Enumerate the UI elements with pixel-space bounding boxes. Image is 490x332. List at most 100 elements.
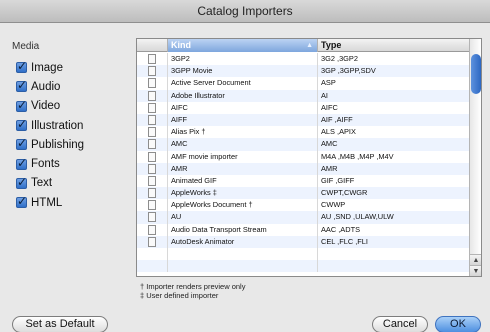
row-type-cell: AMC bbox=[321, 139, 338, 149]
row-icon-cell bbox=[137, 126, 168, 139]
vertical-scrollbar[interactable]: ▲ ▼ bbox=[469, 39, 481, 276]
column-header-kind[interactable]: Kind ▲ bbox=[168, 39, 318, 52]
table-row[interactable]: AppleWorks Document † CWWP bbox=[137, 199, 471, 212]
row-type-cell bbox=[318, 260, 471, 272]
row-kind-cell: AIFF bbox=[168, 113, 318, 127]
scrollbar-thumb[interactable] bbox=[471, 54, 481, 94]
table-row[interactable]: Adobe Illustrator AI bbox=[137, 89, 471, 102]
illustrator-doc-icon bbox=[148, 90, 156, 101]
media-checklist: Image Audio Video Illustration Publishing Fon… bbox=[16, 58, 84, 212]
table-row[interactable]: AutoDesk Animator CEL ,FLC ,FLI bbox=[137, 235, 471, 248]
checkbox-checked-icon[interactable] bbox=[16, 98, 27, 112]
table-rows: 3GP2 3G2 ,3GP2 3GPP Movie 3GP ,3GPP,SDV Acti… bbox=[137, 53, 471, 273]
checkbox-checked-icon[interactable] bbox=[16, 156, 27, 170]
row-kind-cell: Adobe Illustrator bbox=[168, 89, 318, 102]
blank-doc-icon bbox=[148, 236, 156, 247]
media-checkbox-label: Text bbox=[31, 177, 53, 190]
row-icon-cell bbox=[137, 211, 168, 224]
set-as-default-button[interactable]: Set as Default bbox=[12, 316, 108, 332]
audio-doc-icon bbox=[148, 212, 156, 223]
row-icon-cell bbox=[137, 65, 168, 78]
row-kind-cell: Animated GIF bbox=[168, 174, 318, 188]
media-checkbox-image[interactable]: Image bbox=[16, 58, 84, 77]
scroll-down-arrow-icon[interactable]: ▼ bbox=[470, 265, 481, 276]
audio-doc-icon bbox=[148, 224, 156, 235]
footnote-user-defined: ‡ User defined importer bbox=[140, 291, 219, 300]
table-row[interactable] bbox=[137, 260, 471, 273]
cancel-button[interactable]: Cancel bbox=[372, 316, 428, 332]
table-row[interactable]: AIFC AIFC bbox=[137, 101, 471, 114]
web-doc-icon bbox=[148, 78, 156, 89]
row-kind-cell: 3GP2 bbox=[168, 53, 318, 66]
column-type-label: Type bbox=[321, 40, 342, 50]
table-row[interactable] bbox=[137, 248, 471, 261]
checkbox-checked-icon[interactable] bbox=[16, 78, 27, 93]
media-checkbox-audio[interactable]: Audio bbox=[16, 77, 84, 96]
image-doc-icon bbox=[148, 127, 156, 138]
column-kind-label: Kind bbox=[171, 40, 191, 50]
row-icon-cell bbox=[137, 223, 168, 236]
checkbox-checked-icon[interactable] bbox=[16, 59, 27, 74]
table-row[interactable]: AU AU ,SND ,ULAW,ULW bbox=[137, 211, 471, 224]
column-header-icon[interactable] bbox=[137, 39, 168, 52]
checkbox-checked-icon[interactable] bbox=[16, 136, 27, 151]
media-checkbox-fonts[interactable]: Fonts bbox=[16, 154, 84, 173]
blank-doc-icon bbox=[148, 175, 156, 186]
row-icon-cell bbox=[137, 101, 168, 114]
audio-doc-icon bbox=[148, 102, 156, 113]
table-row[interactable]: Animated GIF GIF ,GIFF bbox=[137, 174, 471, 188]
media-checkbox-illustration[interactable]: Illustration bbox=[16, 116, 84, 135]
row-type-cell: AIFC bbox=[321, 102, 338, 112]
row-icon-cell bbox=[137, 150, 168, 163]
row-type-cell: GIF ,GIFF bbox=[321, 175, 355, 185]
row-kind-cell: Audio Data Transport Stream bbox=[168, 223, 318, 236]
checkbox-checked-icon[interactable] bbox=[16, 117, 27, 132]
media-checkbox-label: Audio bbox=[31, 80, 61, 93]
blank-doc-icon bbox=[148, 139, 156, 150]
table-row[interactable]: Audio Data Transport Stream AAC ,ADTS bbox=[137, 223, 471, 236]
table-row[interactable]: AppleWorks ‡ CWPT,CWGR bbox=[137, 187, 471, 200]
row-icon-cell bbox=[137, 235, 168, 248]
column-header-type[interactable]: Type bbox=[318, 39, 471, 52]
table-row[interactable]: Active Server Document ASP bbox=[137, 77, 471, 90]
media-checkbox-label: Illustration bbox=[31, 119, 84, 132]
media-checkbox-publishing[interactable]: Publishing bbox=[16, 135, 84, 154]
media-checkbox-label: Publishing bbox=[31, 138, 85, 151]
table-row[interactable]: AMF movie importer M4A ,M4B ,M4P ,M4V bbox=[137, 150, 471, 163]
table-row[interactable]: AMC AMC bbox=[137, 138, 471, 151]
table-row[interactable]: Alias Pix † ALS ,APIX bbox=[137, 126, 471, 139]
checkbox-checked-icon[interactable] bbox=[16, 194, 27, 209]
row-kind-cell: AppleWorks ‡ bbox=[168, 187, 318, 200]
row-kind-cell: 3GPP Movie bbox=[168, 65, 318, 78]
row-type-cell: AU ,SND ,ULAW,ULW bbox=[321, 212, 394, 222]
window-title: Catalog Importers bbox=[0, 0, 490, 23]
table-row[interactable]: 3GP2 3G2 ,3GP2 bbox=[137, 53, 471, 66]
media-checkbox-label: Fonts bbox=[31, 158, 60, 171]
row-type-cell: ALS ,APIX bbox=[321, 127, 356, 137]
row-type-cell: AAC ,ADTS bbox=[321, 224, 361, 234]
table-row[interactable]: AMR AMR bbox=[137, 162, 471, 175]
sort-ascending-icon: ▲ bbox=[306, 42, 313, 49]
importers-table: Kind ▲ Type 3GP2 3G2 ,3GP2 3GPP Movie 3GP ,… bbox=[136, 38, 482, 277]
table-row[interactable]: 3GPP Movie 3GP ,3GPP,SDV bbox=[137, 65, 471, 78]
catalog-importers-dialog: Media Image Audio Video Illustration Publish… bbox=[0, 23, 490, 332]
table-row[interactable]: AIFF AIF ,AIFF bbox=[137, 113, 471, 127]
audio-doc-icon bbox=[148, 151, 156, 162]
row-kind-cell bbox=[168, 248, 318, 261]
ok-button[interactable]: OK bbox=[435, 316, 481, 332]
row-type-cell: 3G2 ,3GP2 bbox=[321, 54, 358, 63]
checkbox-checked-icon[interactable] bbox=[16, 175, 27, 189]
row-icon-cell bbox=[137, 187, 168, 200]
row-icon-cell bbox=[137, 199, 168, 212]
row-icon-cell bbox=[137, 89, 168, 102]
row-type-cell: AIF ,AIFF bbox=[321, 114, 353, 124]
media-checkbox-text[interactable]: Text bbox=[16, 174, 84, 193]
media-checkbox-label: Image bbox=[31, 61, 63, 74]
row-icon-cell bbox=[137, 174, 168, 188]
media-checkbox-html[interactable]: HTML bbox=[16, 193, 84, 212]
row-icon-cell bbox=[137, 53, 168, 66]
row-type-cell: AMR bbox=[321, 163, 338, 173]
media-checkbox-video[interactable]: Video bbox=[16, 97, 84, 116]
row-kind-cell: AutoDesk Animator bbox=[168, 235, 318, 248]
scroll-up-arrow-icon[interactable]: ▲ bbox=[470, 254, 481, 265]
